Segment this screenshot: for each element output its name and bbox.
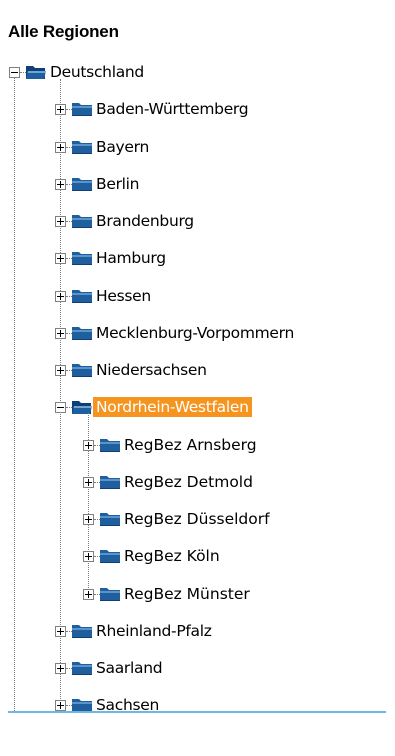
tree-node-label[interactable]: Niedersachsen — [96, 360, 207, 380]
folder-icon — [71, 287, 93, 305]
tree-node-label[interactable]: RegBez Arnsberg — [124, 435, 257, 455]
tree-node-regbez-4[interactable]: RegBez Köln — [0, 543, 395, 569]
tree-node-label[interactable]: Bayern — [96, 137, 149, 157]
folder-icon — [71, 622, 93, 640]
expand-toggle-icon[interactable] — [83, 551, 94, 563]
folder-icon — [99, 473, 121, 491]
collapse-toggle-icon[interactable] — [55, 402, 66, 414]
expand-toggle-icon[interactable] — [55, 216, 66, 227]
tree-node-regbez-1[interactable]: RegBez Arnsberg — [0, 432, 395, 458]
tree-node-mecklenburg-vorpommern[interactable]: Mecklenburg-Vorpommern — [0, 320, 395, 346]
folder-icon — [99, 585, 121, 603]
folder-open-icon — [71, 398, 93, 416]
tree-node-nordrhein-westfalen[interactable]: Nordrhein-Westfalen — [0, 394, 395, 420]
region-tree: Deutschland Baden-Württemberg Bayern Berlin… — [0, 0, 395, 743]
tree-node-label[interactable]: Deutschland — [50, 62, 144, 82]
tree-node-baden-w-rttemberg[interactable]: Baden-Württemberg — [0, 96, 395, 122]
tree-node-label[interactable]: Brandenburg — [96, 211, 194, 231]
tree-node-regbez-2[interactable]: RegBez Detmold — [0, 469, 395, 495]
expand-toggle-icon[interactable] — [55, 253, 66, 265]
tree-node-label[interactable]: Baden-Württemberg — [96, 99, 249, 119]
tree-node-label[interactable]: Rheinland-Pfalz — [96, 621, 212, 641]
expand-toggle-icon[interactable] — [83, 439, 94, 451]
tree-node-hamburg[interactable]: Hamburg — [0, 245, 395, 271]
folder-icon — [71, 138, 93, 156]
expand-toggle-icon[interactable] — [55, 365, 66, 376]
tree-node-brandenburg[interactable]: Brandenburg — [0, 208, 395, 234]
expand-toggle-icon[interactable] — [55, 178, 66, 190]
folder-icon — [99, 547, 121, 565]
tree-node-label[interactable]: RegBez Münster — [124, 584, 250, 604]
tree-node-label[interactable]: RegBez Düsseldorf — [124, 509, 270, 529]
tree-node-saarland[interactable]: Saarland — [0, 655, 395, 681]
expand-toggle-icon[interactable] — [83, 514, 94, 525]
expand-toggle-icon[interactable] — [83, 476, 94, 488]
folder-icon — [71, 324, 93, 342]
expand-toggle-icon[interactable] — [55, 104, 66, 116]
tree-node-label[interactable]: RegBez Köln — [124, 546, 220, 566]
tree-node-label[interactable]: Berlin — [96, 174, 139, 194]
tree-node-niedersachsen[interactable]: Niedersachsen — [0, 357, 395, 383]
tree-node-clipped — [0, 696, 395, 711]
tree-node-bayern[interactable]: Bayern — [0, 134, 395, 160]
bottom-panel — [8, 711, 386, 753]
folder-icon — [71, 212, 93, 230]
tree-node-label[interactable]: Mecklenburg-Vorpommern — [96, 323, 294, 343]
tree-node-regbez-5[interactable]: RegBez Münster — [0, 581, 395, 607]
tree-node-label[interactable]: Hamburg — [96, 248, 166, 268]
tree-node-regbez-3[interactable]: RegBez Düsseldorf — [0, 506, 395, 532]
expand-toggle-icon[interactable] — [55, 625, 66, 637]
expand-toggle-icon[interactable] — [55, 290, 66, 302]
expand-toggle-icon[interactable] — [55, 327, 66, 339]
tree-node-label[interactable]: RegBez Detmold — [124, 472, 253, 492]
tree-node-rheinland-pfalz[interactable]: Rheinland-Pfalz — [0, 618, 395, 644]
tree-node-berlin[interactable]: Berlin — [0, 171, 395, 197]
expand-toggle-icon[interactable] — [83, 588, 94, 600]
folder-icon — [71, 659, 93, 677]
folder-icon — [99, 436, 121, 454]
folder-icon — [99, 510, 121, 528]
folder-icon — [71, 249, 93, 267]
tree-node-label[interactable]: Hessen — [96, 286, 151, 306]
expand-toggle-icon[interactable] — [55, 141, 66, 153]
folder-open-icon — [25, 63, 47, 81]
tree-node-label[interactable]: Saarland — [96, 658, 163, 678]
folder-icon — [71, 175, 93, 193]
folder-icon — [71, 100, 93, 118]
folder-icon — [71, 361, 93, 379]
collapse-toggle-icon[interactable] — [9, 67, 20, 78]
tree-node-hessen[interactable]: Hessen — [0, 283, 395, 309]
expand-toggle-icon[interactable] — [55, 663, 66, 674]
tree-node-label[interactable]: Nordrhein-Westfalen — [93, 397, 252, 418]
